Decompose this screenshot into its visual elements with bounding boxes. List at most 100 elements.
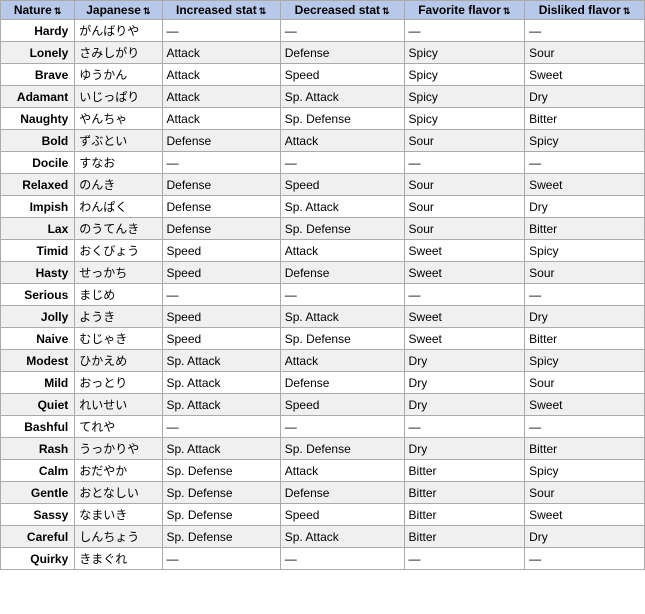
favorite-flavor-cell: Sour — [404, 196, 525, 218]
favorite-flavor-cell: — — [404, 416, 525, 438]
decreased-stat-cell: Sp. Attack — [280, 86, 404, 108]
table-row: BraveゆうかんAttackSpeedSpicySweet — [1, 64, 645, 86]
nature-japanese-cell: いじっぱり — [75, 86, 162, 108]
table-row: RashうっかりやSp. AttackSp. DefenseDryBitter — [1, 438, 645, 460]
nature-japanese-cell: ようき — [75, 306, 162, 328]
nature-name-cell: Bashful — [1, 416, 75, 438]
decreased-stat-cell: Speed — [280, 64, 404, 86]
col-header-nature[interactable]: Nature⇅ — [1, 1, 75, 20]
table-row: Docileすなお———— — [1, 152, 645, 174]
decreased-stat-cell: Defense — [280, 262, 404, 284]
decreased-stat-cell: Sp. Attack — [280, 196, 404, 218]
table-row: MildおっとりSp. AttackDefenseDrySour — [1, 372, 645, 394]
increased-stat-cell: Sp. Defense — [162, 526, 280, 548]
favorite-flavor-cell: Bitter — [404, 482, 525, 504]
disliked-flavor-cell: Sweet — [525, 64, 645, 86]
decreased-stat-cell: Defense — [280, 372, 404, 394]
disliked-flavor-cell: Sweet — [525, 504, 645, 526]
increased-stat-cell: — — [162, 152, 280, 174]
disliked-flavor-cell: — — [525, 548, 645, 570]
increased-stat-cell: Sp. Defense — [162, 460, 280, 482]
decreased-stat-cell: Defense — [280, 42, 404, 64]
nature-name-cell: Naughty — [1, 108, 75, 130]
table-row: NaughtyやんちゃAttackSp. DefenseSpicyBitter — [1, 108, 645, 130]
col-header-decreased[interactable]: Decreased stat⇅ — [280, 1, 404, 20]
table-row: Hardyがんばりや———— — [1, 20, 645, 42]
disliked-flavor-cell: Bitter — [525, 328, 645, 350]
nature-japanese-cell: せっかち — [75, 262, 162, 284]
nature-japanese-cell: さみしがり — [75, 42, 162, 64]
favorite-flavor-cell: Dry — [404, 372, 525, 394]
table-row: ModestひかえめSp. AttackAttackDrySpicy — [1, 350, 645, 372]
sort-icon-decreased: ⇅ — [382, 6, 390, 16]
nature-name-cell: Timid — [1, 240, 75, 262]
increased-stat-cell: Sp. Defense — [162, 482, 280, 504]
nature-japanese-cell: すなお — [75, 152, 162, 174]
increased-stat-cell: Defense — [162, 174, 280, 196]
decreased-stat-cell: Defense — [280, 482, 404, 504]
table-row: HastyせっかちSpeedDefenseSweetSour — [1, 262, 645, 284]
nature-japanese-cell: ずぶとい — [75, 130, 162, 152]
disliked-flavor-cell: Sweet — [525, 174, 645, 196]
table-row: LonelyさみしがりAttackDefenseSpicySour — [1, 42, 645, 64]
sort-icon-japanese: ⇅ — [143, 6, 151, 16]
disliked-flavor-cell: Sour — [525, 42, 645, 64]
nature-japanese-cell: わんぱく — [75, 196, 162, 218]
decreased-stat-cell: Sp. Defense — [280, 218, 404, 240]
nature-japanese-cell: おくびょう — [75, 240, 162, 262]
decreased-stat-cell: Sp. Attack — [280, 306, 404, 328]
disliked-flavor-cell: Spicy — [525, 240, 645, 262]
table-row: CalmおだやかSp. DefenseAttackBitterSpicy — [1, 460, 645, 482]
increased-stat-cell: Sp. Attack — [162, 350, 280, 372]
header-row: Nature⇅Japanese⇅Increased stat⇅Decreased… — [1, 1, 645, 20]
increased-stat-cell: Defense — [162, 196, 280, 218]
disliked-flavor-cell: Dry — [525, 526, 645, 548]
increased-stat-cell: Defense — [162, 218, 280, 240]
increased-stat-cell: Sp. Attack — [162, 394, 280, 416]
nature-name-cell: Hardy — [1, 20, 75, 42]
nature-japanese-cell: のんき — [75, 174, 162, 196]
nature-japanese-cell: おっとり — [75, 372, 162, 394]
nature-japanese-cell: ゆうかん — [75, 64, 162, 86]
nature-japanese-cell: てれや — [75, 416, 162, 438]
col-header-favorite[interactable]: Favorite flavor⇅ — [404, 1, 525, 20]
nature-table: Nature⇅Japanese⇅Increased stat⇅Decreased… — [0, 0, 645, 570]
increased-stat-cell: Defense — [162, 130, 280, 152]
nature-name-cell: Lonely — [1, 42, 75, 64]
favorite-flavor-cell: — — [404, 284, 525, 306]
nature-japanese-cell: のうてんき — [75, 218, 162, 240]
increased-stat-cell: — — [162, 20, 280, 42]
col-header-disliked[interactable]: Disliked flavor⇅ — [525, 1, 645, 20]
favorite-flavor-cell: — — [404, 548, 525, 570]
sort-icon-nature: ⇅ — [54, 6, 62, 16]
disliked-flavor-cell: Sour — [525, 372, 645, 394]
disliked-flavor-cell: Spicy — [525, 130, 645, 152]
nature-name-cell: Jolly — [1, 306, 75, 328]
favorite-flavor-cell: Sour — [404, 174, 525, 196]
table-row: RelaxedのんきDefenseSpeedSourSweet — [1, 174, 645, 196]
increased-stat-cell: Sp. Attack — [162, 438, 280, 460]
disliked-flavor-cell: Sour — [525, 262, 645, 284]
nature-japanese-cell: なまいき — [75, 504, 162, 526]
favorite-flavor-cell: Sour — [404, 130, 525, 152]
increased-stat-cell: — — [162, 416, 280, 438]
nature-japanese-cell: うっかりや — [75, 438, 162, 460]
increased-stat-cell: — — [162, 284, 280, 306]
nature-name-cell: Calm — [1, 460, 75, 482]
decreased-stat-cell: Attack — [280, 130, 404, 152]
favorite-flavor-cell: — — [404, 20, 525, 42]
col-header-increased[interactable]: Increased stat⇅ — [162, 1, 280, 20]
favorite-flavor-cell: Sweet — [404, 328, 525, 350]
table-row: JollyようきSpeedSp. AttackSweetDry — [1, 306, 645, 328]
disliked-flavor-cell: Dry — [525, 86, 645, 108]
table-body: Hardyがんばりや————LonelyさみしがりAttackDefenseSp… — [1, 20, 645, 570]
disliked-flavor-cell: Dry — [525, 196, 645, 218]
col-header-japanese[interactable]: Japanese⇅ — [75, 1, 162, 20]
disliked-flavor-cell: — — [525, 20, 645, 42]
nature-japanese-cell: れいせい — [75, 394, 162, 416]
increased-stat-cell: Speed — [162, 306, 280, 328]
nature-japanese-cell: しんちょう — [75, 526, 162, 548]
decreased-stat-cell: Sp. Defense — [280, 438, 404, 460]
sort-icon-increased: ⇅ — [259, 6, 267, 16]
disliked-flavor-cell: Dry — [525, 306, 645, 328]
